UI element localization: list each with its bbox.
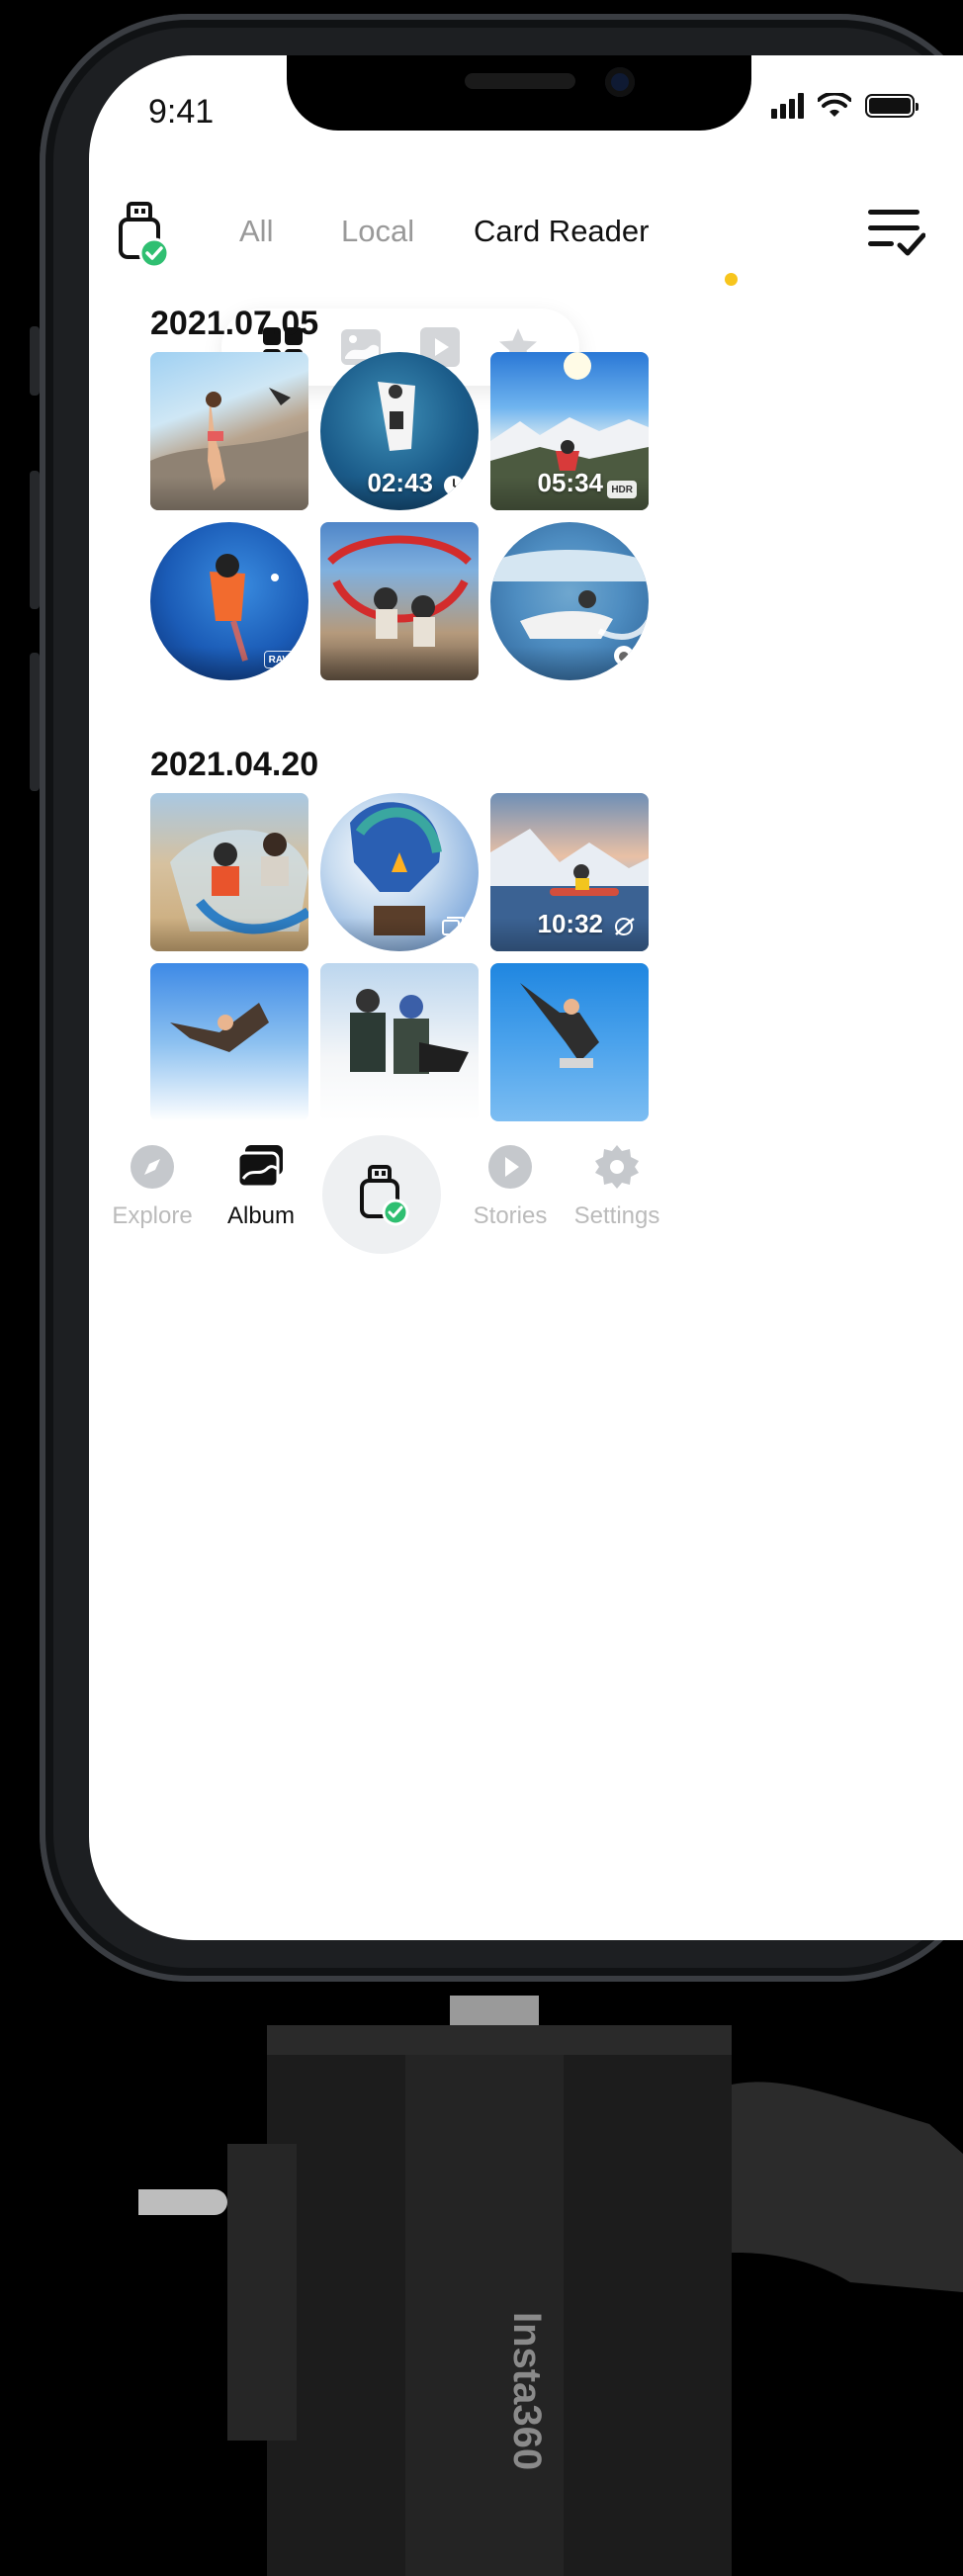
front-camera [605,67,635,97]
app-screen: 9:41 All Local Card Reader 2021.07.05 02… [89,55,963,1940]
media-thumbnail[interactable]: 10:32 [490,793,649,951]
mute-switch [30,326,40,396]
section-date: 2021.04.20 [150,746,319,783]
wifi-icon [818,93,851,117]
burst-icon [441,914,467,939]
nav-label: Stories [473,1202,548,1229]
status-icons [771,93,919,119]
video-duration: 05:34 [537,468,604,497]
status-time: 9:41 [148,93,215,131]
nav-label: Explore [112,1202,193,1229]
media-thumbnail[interactable] [490,522,649,680]
nav-explore[interactable]: Explore [93,1121,212,1230]
raw-badge: RAW [263,651,297,668]
media-thumbnail[interactable] [320,522,479,680]
nav-stories[interactable]: Stories [451,1121,569,1230]
media-thumbnail[interactable] [320,963,479,1121]
signal-icon [771,93,804,119]
battery-icon [865,94,919,118]
media-thumbnail[interactable] [150,793,308,951]
speaker [465,73,575,89]
video-duration: 10:32 [537,909,604,938]
nav-label: Album [226,1202,296,1229]
tiny-planet-icon [611,643,637,668]
media-thumbnail[interactable] [150,963,308,1121]
media-thumbnail[interactable] [490,963,649,1121]
card-reader-device: Insta360 [138,1996,963,2576]
nav-settings[interactable]: Settings [558,1121,676,1230]
volume-up-button [30,471,40,609]
volume-down-button [30,653,40,791]
media-thumbnail[interactable] [320,793,479,951]
tab-card-reader[interactable]: Card Reader [474,214,649,249]
section-date: 2021.07.05 [150,305,319,342]
select-filter-icon[interactable] [866,204,925,259]
play-icon [484,1141,536,1193]
media-thumbnail[interactable] [150,352,308,510]
media-thumbnail[interactable]: 02:43 [320,352,479,510]
media-thumbnail[interactable]: RAW [150,522,308,680]
tab-all[interactable]: All [239,214,273,249]
hdr-badge: HDR [607,481,637,498]
brand-label: Insta360 [505,2312,549,2470]
notch [287,55,751,131]
gear-icon [591,1141,643,1193]
flowstate-icon [611,914,637,939]
nav-album[interactable]: Album [202,1121,320,1230]
card-reader-connected-icon[interactable] [115,200,170,269]
card-reader-icon [360,1165,409,1226]
bottom-nav: Explore Album Stories Settings [89,1121,963,1299]
tab-local[interactable]: Local [341,214,414,249]
nav-label: Settings [573,1202,660,1229]
timelapse-icon [441,473,467,498]
video-duration: 02:43 [367,468,434,497]
media-thumbnail[interactable]: 05:34 HDR [490,352,649,510]
card-reader-button[interactable] [322,1135,441,1254]
compass-icon [127,1141,178,1193]
album-icon [235,1141,287,1193]
active-tab-indicator [725,273,738,286]
